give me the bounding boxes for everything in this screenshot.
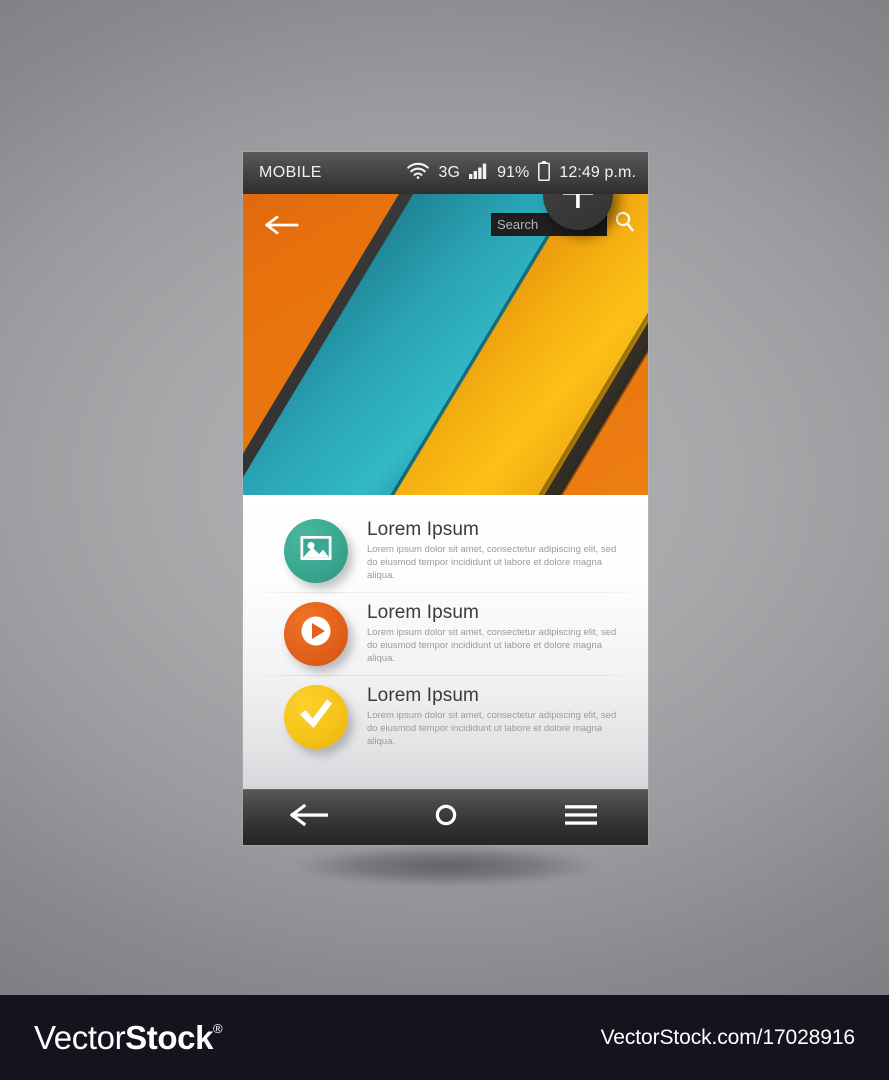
- list-item-text: Lorem Ipsum Lorem ipsum dolor sit amet, …: [367, 518, 619, 582]
- network-type-label: 3G: [438, 164, 461, 181]
- hamburger-menu-icon: [564, 804, 597, 831]
- list-item-description: Lorem ipsum dolor sit amet, consectetur …: [367, 544, 617, 581]
- decorative-stripe-teal-bottomright: [527, 345, 648, 495]
- list-item-icon-video: [284, 601, 348, 666]
- list-item-icon-check: [284, 684, 348, 749]
- back-arrow-icon: [264, 214, 301, 240]
- bottom-navigation-bar: [243, 789, 648, 845]
- list-item[interactable]: Lorem Ipsum Lorem ipsum dolor sit amet, …: [243, 675, 648, 758]
- nav-home-button[interactable]: [408, 798, 484, 838]
- phone-mockup: MOBILE 3G 91% 12:49 p.m. Search Lorem Ip…: [243, 152, 648, 845]
- list-item-description: Lorem ipsum dolor sit amet, consectetur …: [367, 627, 617, 664]
- decorative-stripe-orange-shadow: [414, 285, 648, 495]
- wifi-icon: [406, 162, 430, 184]
- nav-menu-button[interactable]: [543, 798, 619, 838]
- list-item[interactable]: Lorem Ipsum Lorem ipsum dolor sit amet, …: [243, 509, 648, 592]
- decorative-stripe-teal-shadow: [270, 194, 624, 495]
- content-list: Lorem Ipsum Lorem ipsum dolor sit amet, …: [243, 495, 648, 789]
- battery-percent-label: 91%: [497, 164, 530, 181]
- list-item-title: Lorem Ipsum: [367, 602, 479, 624]
- signal-bars-icon: [469, 163, 488, 184]
- search-magnifier-icon[interactable]: [615, 211, 634, 237]
- decorative-stripe-orange-bottomright: [428, 285, 648, 495]
- battery-icon: [538, 160, 551, 186]
- list-item-text: Lorem Ipsum Lorem ipsum dolor sit amet, …: [367, 601, 619, 665]
- logo-text-stock: Stock: [125, 1018, 214, 1056]
- decorative-stripe-yellow-topleft: [274, 194, 648, 495]
- clock-label: 12:49 p.m.: [559, 164, 636, 181]
- home-circle-icon: [434, 803, 458, 832]
- footer-url-label: VectorStock.com/17028916: [600, 1025, 856, 1049]
- plus-icon: [561, 194, 595, 215]
- image-photo-icon: [299, 534, 333, 567]
- nav-back-button[interactable]: [273, 798, 349, 838]
- list-item-title: Lorem Ipsum: [367, 685, 479, 707]
- status-bar-indicators: 3G 91% 12:49 p.m.: [406, 160, 636, 186]
- hero-banner: [243, 194, 648, 495]
- decorative-stripe-yellow-shadow: [418, 194, 648, 495]
- hero-back-button[interactable]: [261, 210, 305, 244]
- status-bar: MOBILE 3G 91% 12:49 p.m.: [243, 152, 648, 194]
- carrier-label: MOBILE: [259, 164, 322, 181]
- logo-text-vector: Vector: [34, 1018, 126, 1056]
- list-item-icon-image: [284, 518, 348, 583]
- watermark-footer: Vector Stock ® VectorStock.com/17028916: [0, 995, 889, 1080]
- list-item[interactable]: Lorem Ipsum Lorem ipsum dolor sit amet, …: [243, 592, 648, 675]
- back-arrow-icon: [289, 803, 332, 832]
- list-item-text: Lorem Ipsum Lorem ipsum dolor sit amet, …: [367, 684, 619, 748]
- logo-registered-mark: ®: [213, 1020, 223, 1036]
- list-item-title: Lorem Ipsum: [367, 519, 479, 541]
- play-button-icon: [296, 611, 336, 656]
- vectorstock-logo: Vector Stock ®: [34, 1018, 223, 1057]
- list-item-description: Lorem ipsum dolor sit amet, consectetur …: [367, 710, 617, 747]
- checkmark-icon: [296, 697, 336, 736]
- phone-drop-shadow: [248, 838, 644, 894]
